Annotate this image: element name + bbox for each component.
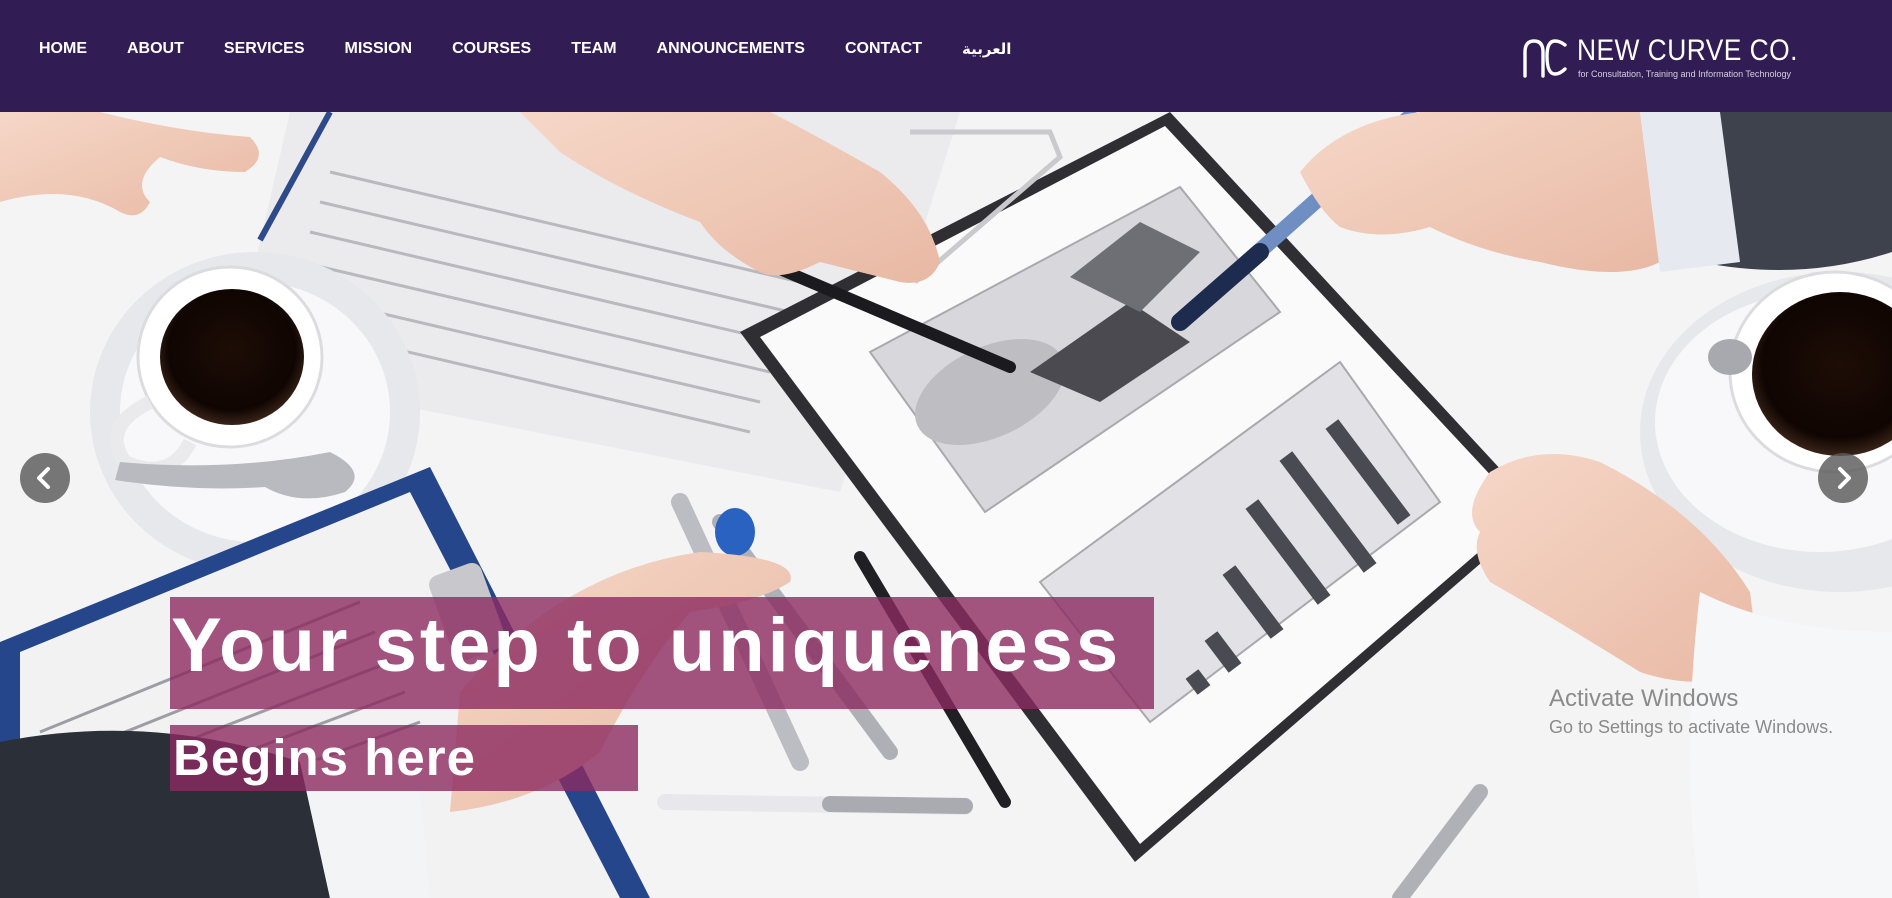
logo-name: NEW CURVE CO. [1577, 34, 1798, 67]
nav-item-courses[interactable]: COURSES [452, 40, 531, 58]
windows-activation-watermark: Activate Windows Go to Settings to activ… [1549, 685, 1833, 738]
nav-item-home[interactable]: HOME [39, 40, 87, 58]
carousel-next-button[interactable] [1818, 453, 1868, 503]
company-logo[interactable]: NEW CURVE CO. for Consultation, Training… [1521, 32, 1811, 82]
chevron-left-icon [37, 467, 50, 489]
nav-item-mission[interactable]: MISSION [345, 40, 413, 58]
hero-headline: Your step to uniqueness [171, 603, 1122, 688]
hero-subheadline: Begins here [173, 729, 476, 786]
nav-item-arabic[interactable]: العربية [962, 40, 1011, 58]
navbar: HOME ABOUT SERVICES MISSION COURSES TEAM… [0, 0, 1892, 112]
main-menu: HOME ABOUT SERVICES MISSION COURSES TEAM… [39, 40, 1011, 58]
nav-item-team[interactable]: TEAM [571, 40, 616, 58]
carousel-prev-button[interactable] [20, 453, 70, 503]
logo-tagline: for Consultation, Training and Informati… [1578, 69, 1791, 79]
watermark-title: Activate Windows [1549, 685, 1739, 712]
nav-item-services[interactable]: SERVICES [224, 40, 305, 58]
watermark-subtitle: Go to Settings to activate Windows. [1549, 717, 1834, 737]
chevron-right-icon [1838, 467, 1851, 489]
nav-item-announcements[interactable]: ANNOUNCEMENTS [657, 40, 805, 58]
new-curve-logo-icon [1523, 39, 1567, 78]
nav-item-contact[interactable]: CONTACT [845, 40, 922, 58]
nav-item-about[interactable]: ABOUT [127, 40, 184, 58]
hero-carousel: Your step to uniqueness Begins here [0, 112, 1892, 898]
